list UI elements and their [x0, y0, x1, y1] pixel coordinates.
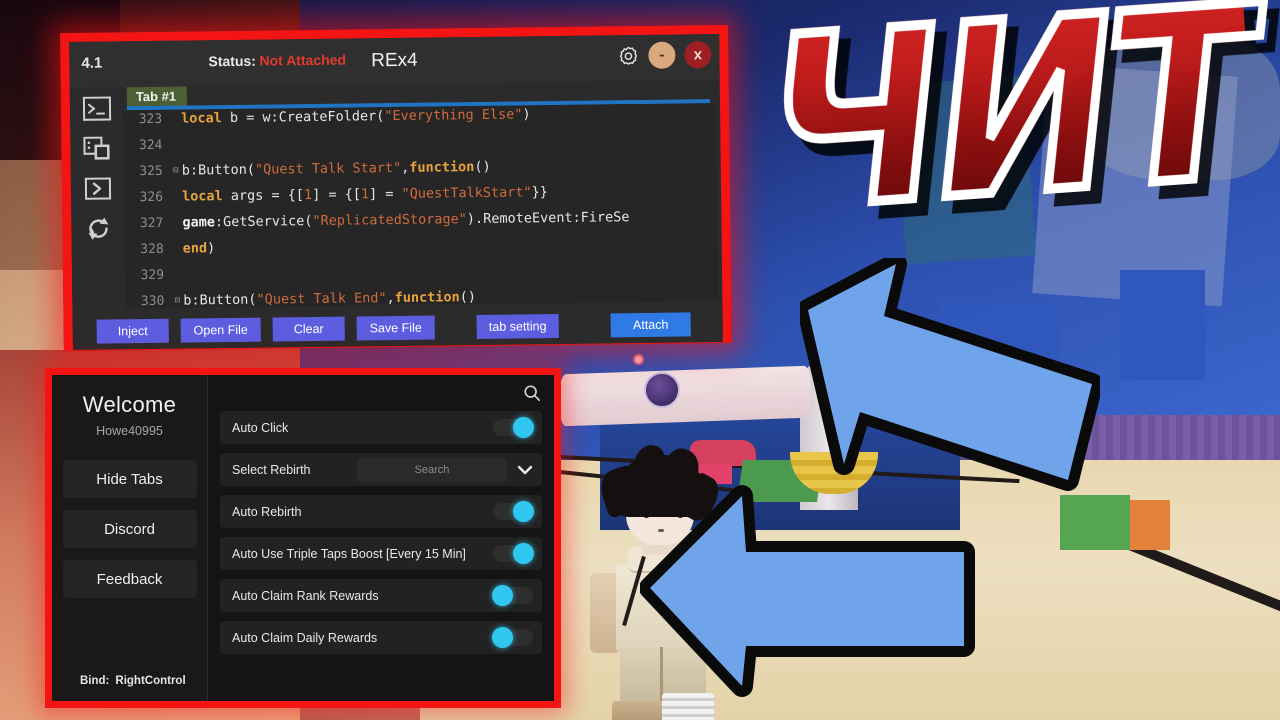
refresh-icon[interactable] [83, 215, 113, 241]
execute-icon[interactable] [82, 175, 112, 201]
character-leg-wrap [662, 693, 714, 720]
executor-titlebar[interactable]: 4.1 Status: Not Attached REx4 - x [69, 34, 720, 88]
hub-nav-discord[interactable]: Discord [62, 510, 197, 548]
toggle-knob [513, 417, 534, 438]
username-label: Howe40995 [96, 424, 163, 438]
banner [560, 365, 810, 427]
code-text: local args = {[1] = {[1] = "QuestTalkSta… [181, 184, 548, 205]
console-icon[interactable] [81, 95, 111, 121]
save-file-button[interactable]: Save File [356, 315, 435, 341]
attach-button[interactable]: Attach [610, 312, 691, 338]
open-file-button[interactable]: Open File [180, 317, 261, 343]
fold-marker[interactable]: ⊟ [171, 296, 183, 306]
keybind-label: Bind: [80, 675, 110, 687]
code-editor[interactable]: 322323local b = w:CreateFolder("Everythi… [123, 103, 719, 309]
feature-toggle[interactable] [492, 627, 533, 648]
feature-row[interactable]: Auto Claim Rank Rewards [220, 579, 542, 612]
feature-toggle[interactable] [493, 417, 534, 438]
executor-editor-area: Tab #1 322323local b = w:CreateFolder("E… [123, 80, 723, 313]
welcome-title: Welcome [82, 392, 177, 417]
inject-button[interactable]: Inject [96, 318, 169, 344]
executor-body: Tab #1 322323local b = w:CreateFolder("E… [69, 80, 723, 314]
feature-row[interactable]: Auto Click [220, 411, 542, 444]
rebirth-search-input[interactable]: Search [357, 457, 507, 482]
hub-main: Auto Click Select Rebirth Search Auto Rebir… [208, 375, 554, 701]
code-text: end) [182, 240, 216, 257]
script-hub-panel[interactable]: Welcome Howe40995 Hide Tabs Discord Feedba… [45, 368, 561, 708]
banner-emblem-icon [644, 372, 680, 408]
background-block-green [1060, 495, 1130, 550]
background-block-orange [1130, 500, 1170, 550]
line-number: 325 [139, 163, 163, 179]
close-button[interactable]: x [684, 41, 712, 69]
character-shoe [612, 701, 664, 720]
keybind-info: Bind: RightControl [74, 675, 186, 687]
hub-sidebar: Welcome Howe40995 Hide Tabs Discord Feedba… [52, 375, 208, 701]
line-number: 324 [138, 137, 163, 153]
feature-toggle[interactable] [493, 501, 534, 522]
executor-sidebar[interactable] [69, 87, 126, 314]
feature-label: Select Rebirth [232, 462, 311, 477]
hub-nav-feedback[interactable]: Feedback [62, 560, 197, 598]
feature-row[interactable]: Auto Claim Daily Rewards [220, 621, 542, 654]
feature-label: Auto Claim Rank Rewards [232, 588, 379, 603]
feature-label: Auto Rebirth [232, 504, 302, 519]
code-text: b:Button("Quest Talk Start",function() [181, 158, 491, 179]
player-character [590, 442, 740, 720]
line-number: 323 [138, 111, 163, 127]
background-block [940, 300, 1060, 390]
keybind-value: RightControl [115, 675, 186, 687]
clear-button[interactable]: Clear [272, 316, 345, 342]
toggle-knob [492, 585, 513, 606]
window-controls[interactable]: - x [617, 41, 712, 69]
windows-copy-icon[interactable] [82, 135, 112, 161]
hub-nav-list[interactable]: Hide Tabs Discord Feedback [62, 438, 197, 598]
background-block [1120, 270, 1205, 380]
code-text: game:GetService("ReplicatedStorage").Rem… [182, 209, 630, 231]
feature-toggle[interactable] [492, 585, 533, 606]
banner-pin [633, 354, 644, 365]
hub-nav-hide-tabs[interactable]: Hide Tabs [62, 460, 197, 498]
feature-list: Auto Click Select Rebirth Search Auto Rebir… [220, 411, 542, 654]
feature-row[interactable]: Auto Use Triple Taps Boost [Every 15 Min… [220, 537, 542, 570]
code-text: local b = w:CreateFolder("Everything Els… [181, 106, 531, 127]
background-roof [860, 388, 912, 422]
fold-marker[interactable]: ⊟ [170, 166, 182, 176]
tab-setting-button[interactable]: tab setting [476, 314, 559, 340]
background-slab-teal [893, 75, 1037, 265]
line-number: 330 [140, 293, 165, 309]
executor-footer[interactable]: Inject Open File Clear Save File tab setting… [72, 306, 723, 350]
toggle-knob [513, 543, 534, 564]
toggle-knob [513, 501, 534, 522]
tab-1[interactable]: Tab #1 [126, 86, 188, 107]
feature-label: Auto Claim Daily Rewards [232, 630, 378, 645]
line-number: 328 [140, 241, 164, 257]
feature-row[interactable]: Auto Rebirth [220, 495, 542, 528]
feature-label: Auto Click [232, 420, 289, 435]
line-number: 327 [139, 215, 164, 231]
search-icon[interactable] [523, 384, 541, 402]
feature-row[interactable]: Select Rebirth Search [220, 453, 542, 486]
toggle-knob [492, 627, 513, 648]
gear-icon[interactable] [617, 45, 639, 67]
executor-window[interactable]: 4.1 Status: Not Attached REx4 - x Tab #1… [60, 24, 732, 352]
feature-label: Auto Use Triple Taps Boost [Every 15 Min… [232, 546, 466, 561]
line-number: 329 [140, 267, 165, 283]
minimize-button[interactable]: - [648, 41, 676, 69]
character-mouth [658, 529, 664, 532]
line-number: 326 [139, 189, 164, 205]
feature-toggle[interactable] [493, 543, 534, 564]
chevron-down-icon[interactable] [517, 465, 533, 475]
code-text: b:Button("Quest Talk End",function() [183, 289, 477, 309]
